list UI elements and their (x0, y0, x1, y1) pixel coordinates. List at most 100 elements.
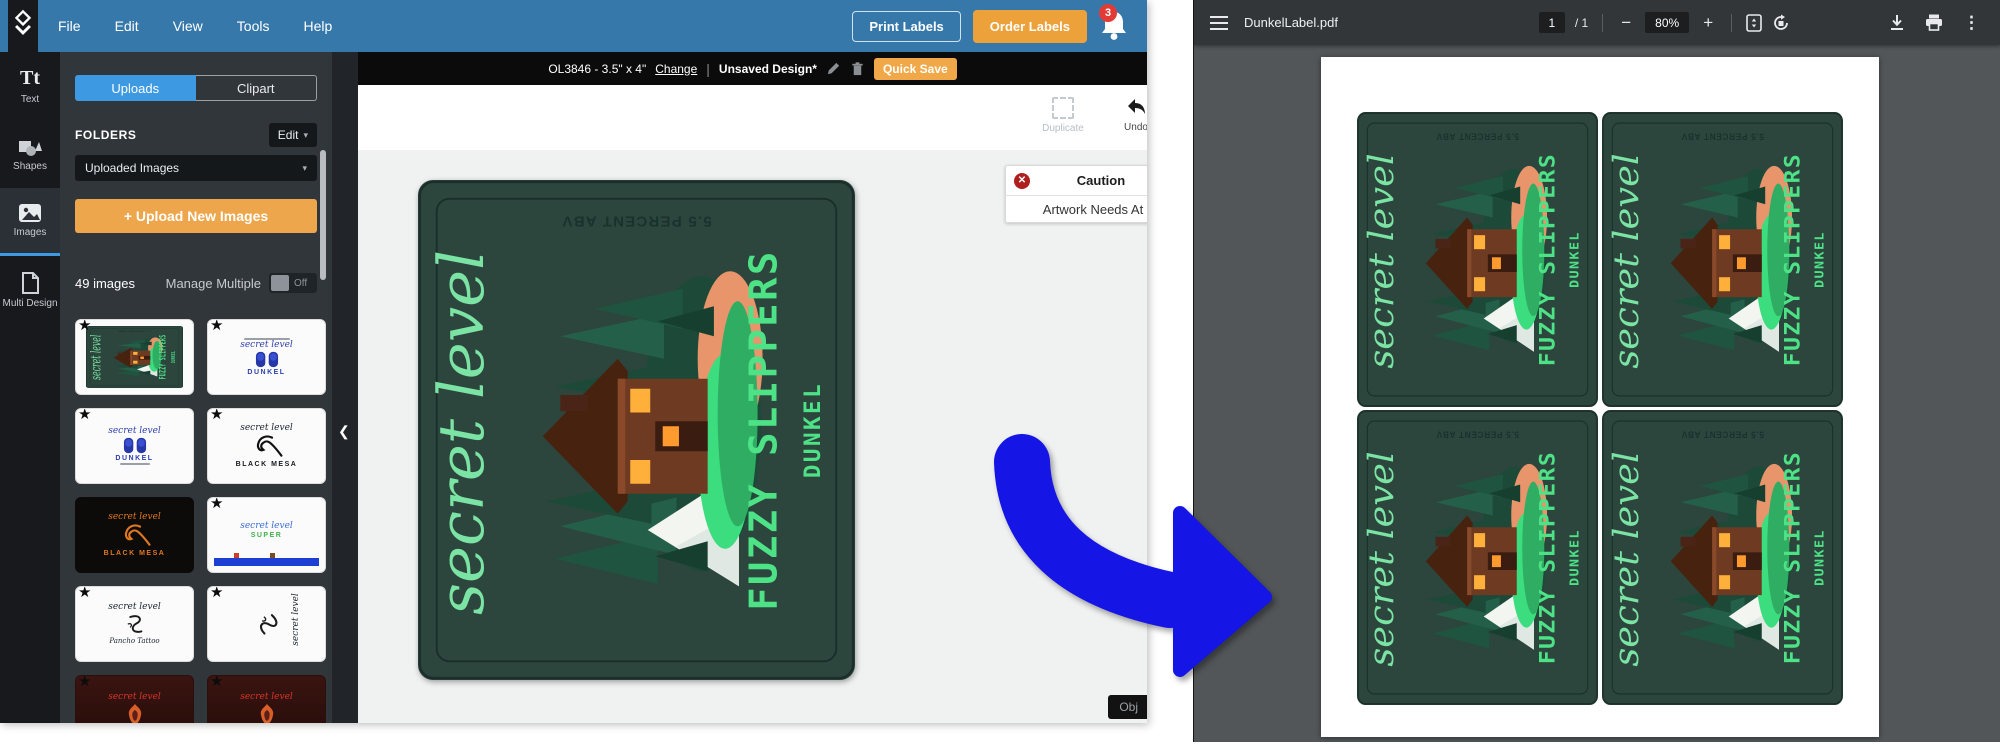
thumbnail-slippers-white[interactable]: ★ secret level DUNKEL (207, 319, 326, 395)
canvas-workspace (358, 150, 1147, 723)
caret-down-icon: ▾ (302, 163, 307, 174)
rail-item-images[interactable]: Images (0, 188, 60, 256)
caution-message: Artwork Needs At (1006, 196, 1147, 222)
quick-save-button[interactable]: Quick Save (874, 58, 957, 80)
manage-multiple-toggle[interactable]: Off (269, 273, 317, 293)
menu-help[interactable]: Help (303, 18, 332, 34)
crowbar-icon (249, 434, 285, 460)
tab-clipart[interactable]: Clipart (196, 75, 318, 101)
rail-label-text: Text (21, 94, 39, 105)
print-labels-button[interactable]: Print Labels (852, 11, 960, 42)
divider (1602, 14, 1603, 32)
thumb-script-text: secret level (240, 341, 293, 350)
favorite-star-icon[interactable]: ★ (78, 408, 91, 422)
panel-tabs: Uploads Clipart (75, 75, 317, 101)
block-sprite (270, 553, 275, 558)
canvas-header-bar: OL3846 - 3.5" x 4" Change | Unsaved Desi… (358, 52, 1147, 85)
image-thumbnail-grid: ★ ★ secret level DUNKEL ★ secret lev (75, 319, 317, 723)
favorite-star-icon[interactable]: ★ (210, 497, 223, 511)
menu-bar: File Edit View Tools Help (58, 18, 332, 34)
rail-item-shapes[interactable]: Shapes (0, 120, 60, 188)
zoom-level-input[interactable]: 80% (1645, 12, 1689, 33)
brand-diamond-icon (12, 9, 34, 43)
demon-flame-icon (125, 703, 145, 723)
pdf-page (1321, 57, 1879, 737)
favorite-star-icon[interactable]: ★ (78, 586, 91, 600)
thumb-script-text: secret level (240, 424, 293, 433)
rail-label-shapes: Shapes (13, 161, 47, 172)
collapse-panel-chevron[interactable]: ❮ (338, 423, 350, 440)
thumb-script-text: secret level (108, 603, 161, 612)
undo-button[interactable]: Undo (1111, 97, 1147, 133)
more-options-kebab-icon[interactable]: ⋮ (1963, 13, 1980, 33)
thumb-caption: DUNKEL (115, 455, 153, 462)
print-icon[interactable] (1925, 14, 1943, 31)
rotate-page-icon[interactable] (1772, 14, 1790, 32)
menu-tools[interactable]: Tools (237, 18, 270, 34)
objects-button[interactable]: Obj (1108, 695, 1147, 719)
menu-view[interactable]: View (173, 18, 203, 34)
thumbnail-platformer[interactable]: ★ secret level SUPER (207, 497, 326, 573)
zoom-out-button[interactable]: − (1617, 13, 1635, 33)
zoom-in-button[interactable]: + (1699, 13, 1717, 33)
toggle-state-label: Off (294, 278, 307, 289)
fit-to-page-icon[interactable] (1746, 14, 1762, 32)
favorite-star-icon[interactable]: ★ (210, 319, 223, 333)
panel-scrollbar[interactable] (320, 150, 326, 280)
duplicate-button[interactable]: Duplicate (1037, 97, 1089, 134)
thumbnail-demon-red-2[interactable]: ★ secret level BRONCO (207, 675, 326, 723)
caret-down-icon: ▾ (303, 130, 308, 141)
rail-item-text[interactable]: Tt Text (0, 52, 60, 120)
folder-dropdown[interactable]: Uploaded Images ▾ (75, 155, 317, 181)
favorite-star-icon[interactable]: ★ (78, 319, 91, 333)
thumbnail-black-mesa-dark[interactable]: ★ secret level BLACK MESA (75, 497, 194, 573)
app-logo (8, 0, 38, 52)
pdf-label-cell (1602, 112, 1843, 407)
slippers-icon (122, 437, 148, 454)
thumbnail-tattoo-rotated[interactable]: ★ secret level (207, 586, 326, 662)
tab-uploads[interactable]: Uploads (75, 75, 196, 101)
thumb-script-text: secret level (240, 522, 293, 531)
delete-trash-icon[interactable] (850, 61, 865, 76)
undo-arrow-icon (1124, 97, 1147, 119)
panel-edge-rail (332, 52, 358, 723)
thumbnail-slippers-white-2[interactable]: ★ secret level DUNKEL (75, 408, 194, 484)
thumbnail-demon-red[interactable]: ★ secret level BRONCO (75, 675, 194, 723)
favorite-star-icon[interactable]: ★ (78, 675, 91, 689)
caution-panel[interactable]: ✕ Caution Artwork Needs At (1005, 165, 1147, 223)
download-icon[interactable] (1889, 14, 1905, 31)
order-labels-button[interactable]: Order Labels (973, 10, 1087, 43)
folders-heading: FOLDERS (75, 128, 137, 142)
upload-new-images-button[interactable]: + Upload New Images (75, 199, 317, 233)
edit-folders-button[interactable]: Edit ▾ (269, 123, 317, 147)
menu-file[interactable]: File (58, 18, 81, 34)
change-product-link[interactable]: Change (655, 62, 697, 76)
favorite-star-icon[interactable]: ★ (78, 497, 91, 511)
favorite-star-icon[interactable]: ★ (210, 675, 223, 689)
rail-item-multi-design[interactable]: Multi Design (0, 256, 60, 324)
pdf-viewer-window: DunkelLabel.pdf 1 / 1 − 80% + (1193, 0, 2000, 742)
label-designer-window: File Edit View Tools Help Print Labels O… (0, 0, 1147, 723)
menu-edit[interactable]: Edit (115, 18, 139, 34)
notifications-button[interactable]: 3 (1099, 8, 1133, 44)
favorite-star-icon[interactable]: ★ (210, 586, 223, 600)
favorite-star-icon[interactable]: ★ (210, 408, 223, 422)
duplicate-icon (1052, 97, 1074, 119)
rename-pencil-icon[interactable] (826, 61, 841, 76)
water-strip (214, 558, 319, 566)
thumbnail-black-mesa-white[interactable]: ★ secret level BLACK MESA (207, 408, 326, 484)
thumb-script-text: secret level (240, 693, 293, 702)
hamburger-menu-icon[interactable] (1210, 16, 1228, 30)
toggle-knob (271, 275, 289, 291)
label-artboard[interactable] (418, 180, 855, 680)
player-sprite (234, 553, 239, 558)
thumbnail-tattoo[interactable]: ★ secret level Pancho Tattoo (75, 586, 194, 662)
thumbnail-green-label[interactable]: ★ (75, 319, 194, 395)
page-number-input[interactable]: 1 (1539, 12, 1565, 33)
rail-label-multi-design: Multi Design (2, 298, 57, 309)
thumb-script-text: secret level (108, 513, 161, 522)
divider (1731, 14, 1732, 32)
notification-badge: 3 (1099, 4, 1117, 22)
thumb-caption: BLACK MESA (236, 461, 298, 468)
uploads-panel: Uploads Clipart FOLDERS Edit ▾ Uploaded … (60, 52, 332, 723)
